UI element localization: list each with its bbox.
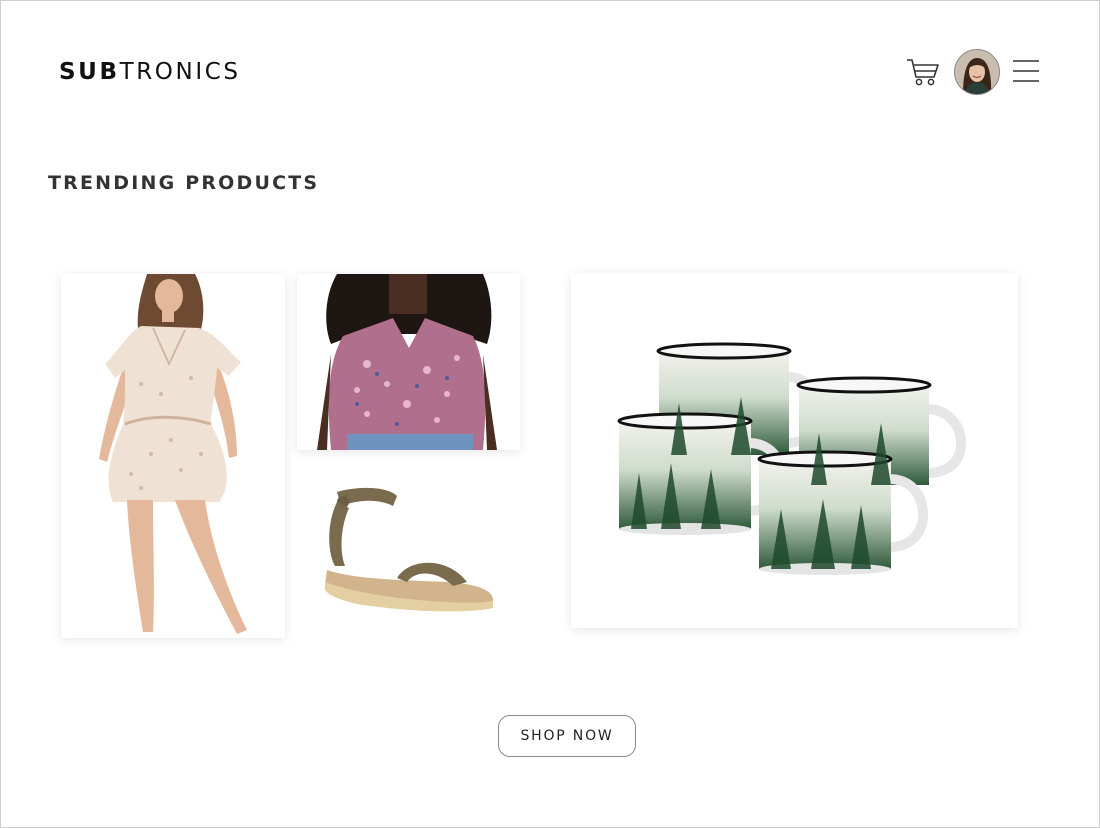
hamburger-menu-icon[interactable] [1013, 59, 1039, 83]
brand-logo[interactable]: SUBTRONICS [59, 59, 241, 85]
product-card-floral-top[interactable] [297, 274, 520, 450]
section-title: TRENDING PRODUCTS [48, 172, 320, 194]
dress-image [61, 274, 285, 638]
product-card-sandal[interactable] [297, 462, 520, 638]
user-avatar[interactable] [954, 49, 1000, 95]
sandal-image [297, 462, 520, 638]
shop-now-button[interactable]: SHOP NOW [498, 715, 636, 757]
brand-logo-bold: SUB [59, 59, 120, 85]
product-card-forest-mugs[interactable] [571, 273, 1018, 628]
page-frame: SUBTRONICS TRENDING PRODUCTS SHOP NOW [0, 0, 1100, 828]
floral-top-image [297, 274, 520, 450]
forest-mugs-image [571, 273, 1018, 628]
brand-logo-light: TRONICS [119, 59, 241, 85]
cart-icon[interactable] [906, 57, 940, 87]
product-card-dress[interactable] [61, 274, 285, 638]
